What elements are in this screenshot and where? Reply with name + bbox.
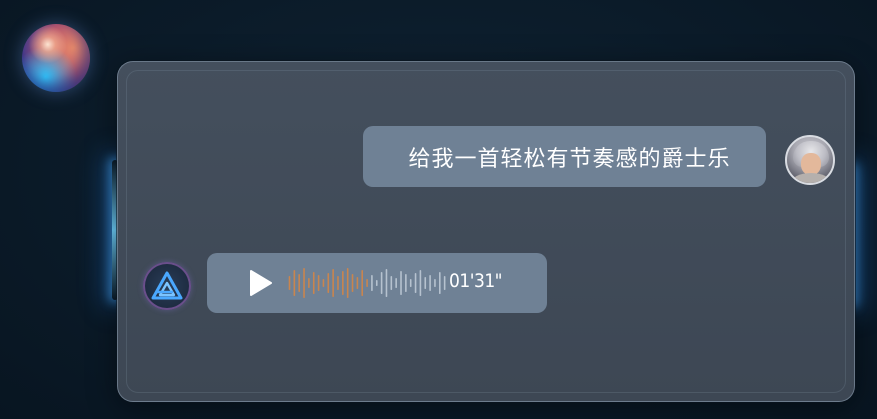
waveform-bar [346, 268, 349, 298]
waveform-bar [434, 279, 436, 287]
waveform-bar [298, 274, 300, 292]
audio-waveform[interactable] [287, 263, 447, 303]
waveform-bar [288, 276, 291, 290]
waveform-bar [342, 271, 344, 295]
waveform-bar [405, 274, 407, 292]
waveform-bar [409, 279, 412, 287]
chat-panel [117, 61, 855, 402]
waveform-bar [395, 278, 397, 288]
waveform-bar [317, 275, 320, 291]
waveform-bar [439, 272, 441, 294]
waveform-bar [308, 278, 310, 288]
waveform-bar [380, 272, 383, 294]
waveform-bar [351, 274, 354, 292]
waveform-bar [361, 270, 364, 296]
ai-logo-icon [151, 271, 183, 300]
waveform-bar [327, 273, 330, 293]
waveform-bar [366, 279, 368, 287]
waveform-bar [322, 279, 325, 287]
user-message-bubble: 给我一首轻松有节奏感的爵士乐 [363, 126, 766, 187]
ai-avatar[interactable] [143, 262, 191, 310]
waveform-bar [303, 268, 305, 298]
waveform-bar [390, 276, 393, 290]
chat-panel-inner-border [126, 70, 846, 393]
waveform-bar [293, 270, 296, 296]
waveform-bar [356, 277, 359, 289]
voice-duration: 01'31" [449, 270, 503, 292]
waveform-bar [385, 269, 388, 297]
waveform-bar [371, 275, 373, 291]
assistant-orb-icon [22, 24, 90, 92]
waveform-bar [443, 276, 446, 290]
user-avatar-face [801, 153, 821, 175]
user-avatar-icon[interactable] [785, 135, 835, 185]
voice-message-bubble[interactable]: 01'31" [207, 253, 547, 313]
waveform-bar [332, 269, 334, 297]
waveform-bar [337, 276, 339, 290]
waveform-bar [400, 271, 402, 295]
waveform-bar [429, 275, 431, 291]
waveform-bar [424, 277, 427, 289]
waveform-bar [414, 273, 417, 293]
waveform-bar [312, 272, 315, 294]
user-message-text: 给我一首轻松有节奏感的爵士乐 [408, 146, 731, 172]
play-icon[interactable] [245, 268, 275, 298]
waveform-bar [375, 280, 378, 286]
waveform-bar [419, 270, 422, 296]
